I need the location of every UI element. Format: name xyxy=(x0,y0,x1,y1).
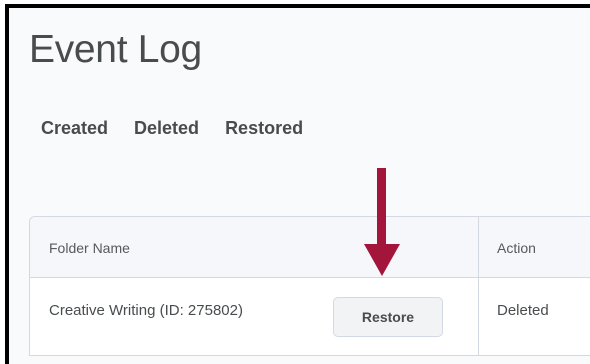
action-cell: Deleted xyxy=(497,302,549,319)
tab-restored[interactable]: Restored xyxy=(225,118,303,139)
tab-created[interactable]: Created xyxy=(41,118,108,139)
down-arrow-icon xyxy=(364,168,400,276)
table-row: Creative Writing (ID: 275802) Restore De… xyxy=(30,278,590,355)
event-log-panel: Event Log Created Deleted Restored Folde… xyxy=(5,4,590,364)
restore-button[interactable]: Restore xyxy=(333,297,443,337)
page-title: Event Log xyxy=(29,28,202,71)
column-header-folder-name: Folder Name xyxy=(49,240,130,256)
filter-tabs: Created Deleted Restored xyxy=(41,118,329,139)
tab-deleted[interactable]: Deleted xyxy=(134,118,199,139)
table-header: Folder Name Action xyxy=(30,217,590,278)
folder-name-cell: Creative Writing (ID: 275802) xyxy=(49,302,243,319)
event-log-table: Folder Name Action Creative Writing (ID:… xyxy=(29,216,590,356)
column-header-action: Action xyxy=(497,240,536,256)
